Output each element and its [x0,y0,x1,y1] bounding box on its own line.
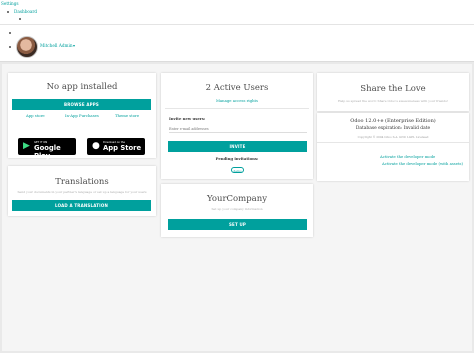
pending-label: Pending invitations: [215,156,259,161]
load-translation-button[interactable]: LOAD A TRANSLATION [12,200,151,211]
play-icon: ▶ [23,141,30,151]
bullet-icon [9,32,11,34]
settings-link[interactable]: Settings [1,1,19,6]
app-store-badge[interactable]: ● Download on the App Store [87,138,145,155]
bullet-icon [9,46,11,48]
google-play-big: Google Play [34,144,61,160]
pending-invitation-badge[interactable]: demo [231,167,244,173]
divider [165,108,309,109]
manage-access-rights-link[interactable]: Manage access rights [216,98,258,103]
share-card: Share the Love Help us spread the word: … [317,73,469,111]
apps-card-title: No app installed [46,82,118,92]
avatar[interactable] [16,36,38,58]
developer-mode-assets-link[interactable]: Activate the developer mode (with assets… [382,161,463,166]
share-subtitle: Help us spread the word: Share Odoo's aw… [338,99,448,103]
bullet-icon [19,18,21,20]
app-store-big: App Store [103,144,142,152]
invite-button[interactable]: INVITE [168,141,307,152]
divider [317,142,469,143]
users-card-title: 2 Active Users [205,83,269,93]
version-card: Odoo 12.0+e (Enterprise Edition) Databas… [317,113,469,181]
divider [0,24,474,25]
app-store-link[interactable]: App store [26,113,45,118]
copyright-text: Copyright © 2004 Odoo S.A. GNU LGPL Lice… [357,135,429,139]
chevron-down-icon[interactable]: ▾ [73,43,75,48]
email-input[interactable] [169,126,307,133]
version-text: Odoo 12.0+e (Enterprise Edition) [350,118,436,124]
translations-card: Translations Send your documents in your… [8,166,156,216]
top-navigation: Settings Dashboard Mitchell Admin ▾ [0,0,474,62]
browse-apps-button[interactable]: BROWSE APPS [12,99,151,110]
company-card: YourCompany Set up your company informat… [161,184,313,237]
invite-label: Invite new users: [169,116,206,121]
expiration-text: Database expiration: Invalid date [355,126,431,131]
share-card-title: Share the Love [360,84,426,94]
translations-card-title: Translations [55,177,109,187]
company-card-title: YourCompany [207,194,267,204]
developer-mode-link[interactable]: Activate the developer mode [380,154,435,159]
set-up-company-button[interactable]: SET UP [168,219,307,230]
google-play-badge[interactable]: ▶ GET IT ON Google Play [18,138,76,160]
in-app-purchases-link[interactable]: In-App Purchases [65,113,99,118]
bullet-icon [7,11,9,13]
apple-icon: ● [92,141,100,151]
translations-subtitle: Send your documents in your partner's la… [17,190,147,194]
user-menu[interactable]: Mitchell Admin [40,43,73,48]
users-card: 2 Active Users Manage access rights Invi… [161,73,313,179]
theme-store-link[interactable]: Theme store [115,113,139,118]
dashboard-link[interactable]: Dashboard [14,9,37,14]
company-subtitle: Set up your company information [211,207,263,211]
apps-card: No app installed BROWSE APPS App store I… [8,73,156,160]
